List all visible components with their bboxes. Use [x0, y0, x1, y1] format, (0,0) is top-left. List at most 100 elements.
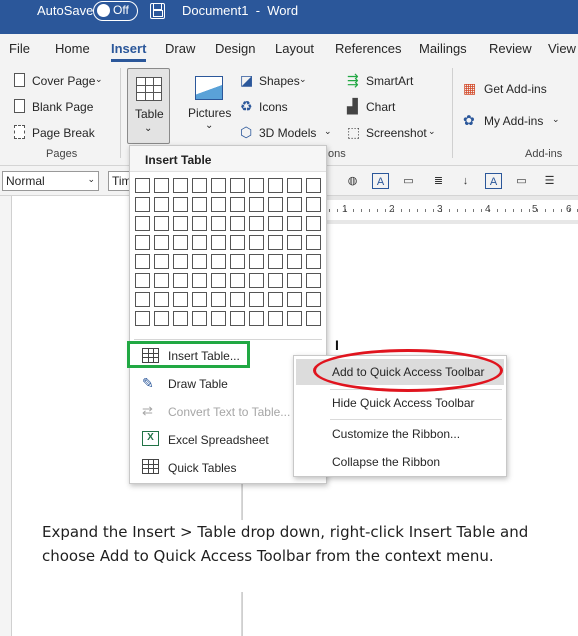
- table-grid-cell[interactable]: [154, 273, 169, 288]
- page-break-button[interactable]: Page Break: [32, 126, 95, 140]
- table-grid-cell[interactable]: [211, 178, 226, 193]
- table-grid-cell[interactable]: [173, 216, 188, 231]
- excel-spreadsheet-item[interactable]: Excel Spreadsheet: [168, 433, 269, 447]
- tab-mailings[interactable]: Mailings: [419, 41, 467, 56]
- list-icon[interactable]: ☰: [541, 173, 558, 189]
- tab-references[interactable]: References: [335, 41, 401, 56]
- table-grid-cell[interactable]: [230, 292, 245, 307]
- table-grid-cell[interactable]: [268, 273, 283, 288]
- table-grid-cell[interactable]: [173, 235, 188, 250]
- table-grid-cell[interactable]: [192, 197, 207, 212]
- table-grid-cell[interactable]: [230, 311, 245, 326]
- table-grid-cell[interactable]: [135, 273, 150, 288]
- table-grid-cell[interactable]: [249, 178, 264, 193]
- table-grid-cell[interactable]: [135, 292, 150, 307]
- table-grid-cell[interactable]: [306, 254, 321, 269]
- table-grid-cell[interactable]: [230, 178, 245, 193]
- table-grid-cell[interactable]: [249, 216, 264, 231]
- table-grid-cell[interactable]: [268, 254, 283, 269]
- sort-icon[interactable]: ▭: [400, 173, 417, 189]
- table-grid-cell[interactable]: [306, 235, 321, 250]
- table-grid-cell[interactable]: [268, 216, 283, 231]
- table-grid-cell[interactable]: [230, 197, 245, 212]
- smartart-button[interactable]: SmartArt: [366, 74, 413, 88]
- table-grid-cell[interactable]: [154, 292, 169, 307]
- icons-button[interactable]: Icons: [259, 100, 288, 114]
- table-grid-cell[interactable]: [287, 311, 302, 326]
- table-grid-cell[interactable]: [268, 178, 283, 193]
- table-grid-cell[interactable]: [173, 254, 188, 269]
- tab-home[interactable]: Home: [55, 41, 90, 56]
- table-grid-cell[interactable]: [192, 254, 207, 269]
- table-grid-cell[interactable]: [154, 178, 169, 193]
- table-grid-cell[interactable]: [211, 292, 226, 307]
- style-icon[interactable]: A: [485, 173, 502, 189]
- table-grid-picker[interactable]: [135, 178, 323, 330]
- table-grid-cell[interactable]: [287, 235, 302, 250]
- sort-az-icon[interactable]: ↓: [457, 173, 474, 189]
- table-grid-cell[interactable]: [230, 235, 245, 250]
- table-grid-cell[interactable]: [287, 273, 302, 288]
- table-grid-cell[interactable]: [306, 273, 321, 288]
- table-grid-cell[interactable]: [306, 216, 321, 231]
- table-grid-cell[interactable]: [268, 311, 283, 326]
- table-grid-cell[interactable]: [249, 311, 264, 326]
- format-painter-icon[interactable]: ◍: [344, 173, 361, 189]
- table-grid-cell[interactable]: [211, 197, 226, 212]
- table-grid-cell[interactable]: [249, 254, 264, 269]
- table-grid-cell[interactable]: [287, 216, 302, 231]
- table-grid-cell[interactable]: [306, 311, 321, 326]
- table-grid-cell[interactable]: [135, 254, 150, 269]
- shapes-button[interactable]: Shapes: [259, 74, 300, 88]
- tab-design[interactable]: Design: [215, 41, 255, 56]
- table-grid-cell[interactable]: [268, 235, 283, 250]
- tab-insert[interactable]: Insert: [111, 41, 146, 56]
- text-box-icon[interactable]: A: [372, 173, 389, 189]
- draw-table-item[interactable]: Draw Table: [168, 377, 228, 391]
- table-grid-cell[interactable]: [249, 235, 264, 250]
- table-grid-cell[interactable]: [306, 178, 321, 193]
- table-grid-cell[interactable]: [211, 273, 226, 288]
- table-grid-cell[interactable]: [287, 254, 302, 269]
- table-grid-cell[interactable]: [135, 235, 150, 250]
- 3d-models-button[interactable]: 3D Models: [259, 126, 316, 140]
- pictures-button[interactable]: Pictures: [188, 106, 231, 120]
- table-grid-cell[interactable]: [192, 311, 207, 326]
- table-grid-cell[interactable]: [154, 216, 169, 231]
- hide-quick-access-toolbar-item[interactable]: Hide Quick Access Toolbar: [332, 396, 475, 410]
- table-grid-cell[interactable]: [211, 311, 226, 326]
- table-grid-cell[interactable]: [192, 216, 207, 231]
- save-icon[interactable]: [150, 3, 165, 19]
- table-grid-cell[interactable]: [135, 197, 150, 212]
- blank-page-button[interactable]: Blank Page: [32, 100, 93, 114]
- table-grid-cell[interactable]: [173, 273, 188, 288]
- tab-view[interactable]: View: [548, 41, 576, 56]
- table-grid-cell[interactable]: [135, 311, 150, 326]
- table-grid-cell[interactable]: [173, 292, 188, 307]
- autosave-toggle[interactable]: Off: [93, 1, 138, 21]
- quick-tables-item[interactable]: Quick Tables: [168, 461, 236, 475]
- table-grid-cell[interactable]: [154, 197, 169, 212]
- cover-page-dropdown-arrow[interactable]: ⌄: [95, 74, 103, 85]
- table-grid-cell[interactable]: [154, 254, 169, 269]
- table-grid-cell[interactable]: [249, 197, 264, 212]
- table-grid-cell[interactable]: [173, 197, 188, 212]
- table-grid-cell[interactable]: [249, 273, 264, 288]
- customize-ribbon-item[interactable]: Customize the Ribbon...: [332, 427, 460, 441]
- align-icon[interactable]: ≣: [430, 173, 447, 189]
- screenshot-button[interactable]: Screenshot: [366, 126, 427, 140]
- table-grid-cell[interactable]: [211, 235, 226, 250]
- tab-draw[interactable]: Draw: [165, 41, 195, 56]
- chart-button[interactable]: Chart: [366, 100, 395, 114]
- tab-file[interactable]: File: [9, 41, 30, 56]
- table-grid-cell[interactable]: [230, 273, 245, 288]
- table-grid-cell[interactable]: [173, 178, 188, 193]
- table-grid-cell[interactable]: [135, 216, 150, 231]
- shapes-dropdown-arrow[interactable]: ⌄: [299, 74, 307, 85]
- table-button[interactable]: Table ⌄: [127, 68, 170, 144]
- table-grid-cell[interactable]: [192, 178, 207, 193]
- my-addins-button[interactable]: My Add-ins: [484, 114, 543, 128]
- paragraph-icon[interactable]: ▭: [513, 173, 530, 189]
- table-grid-cell[interactable]: [173, 311, 188, 326]
- table-grid-cell[interactable]: [135, 178, 150, 193]
